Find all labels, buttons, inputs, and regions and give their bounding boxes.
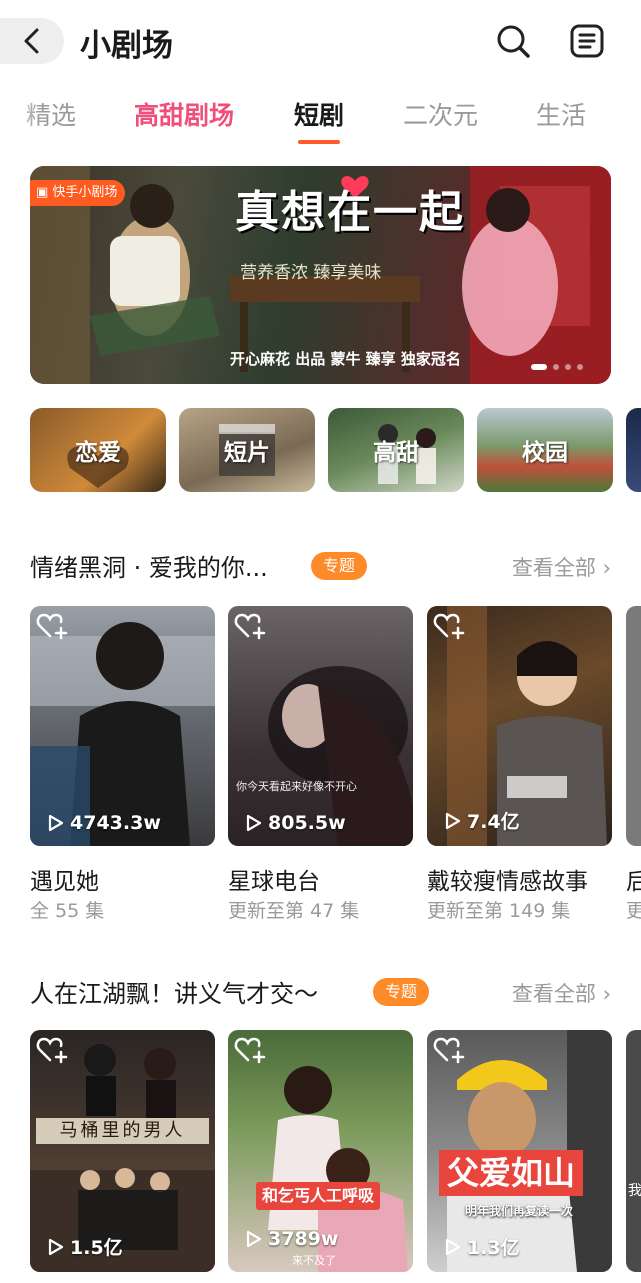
view-count-value: 4743.3w xyxy=(70,812,161,834)
drama-card[interactable]: 马桶里的男人 1.5亿 xyxy=(30,1030,215,1272)
genre-label: 短片 xyxy=(224,440,270,466)
favorite-add-icon[interactable] xyxy=(234,612,266,640)
tab-anime[interactable]: 二次元 xyxy=(403,96,478,132)
search-button[interactable] xyxy=(494,22,532,60)
search-icon xyxy=(497,25,530,58)
genre-label: 高甜 xyxy=(373,440,419,466)
favorite-add-icon[interactable] xyxy=(234,1036,266,1064)
title-overlay: 我 xyxy=(628,1183,641,1199)
view-count-value: 1.5亿 xyxy=(70,1237,123,1259)
carousel-dots xyxy=(531,364,583,370)
play-icon xyxy=(445,1238,461,1255)
genre-sweet[interactable]: 高甜 xyxy=(328,408,464,492)
video-caption: 你今天看起来好像不开心 xyxy=(236,780,357,793)
banner-subtitle: 营养香浓 臻享美味 xyxy=(240,263,382,283)
view-count: 1.5亿 xyxy=(48,1233,123,1260)
card-thumbnail xyxy=(268,666,413,846)
drama-card[interactable]: 和乞丐人工呼吸 3789w 来不及了 xyxy=(228,1030,413,1272)
tabs-fade xyxy=(0,92,40,142)
banner-title: 真想在一起 xyxy=(235,187,465,238)
drama-card[interactable]: 我 xyxy=(626,1030,641,1272)
genre-more[interactable] xyxy=(626,408,641,492)
tab-life[interactable]: 生活 xyxy=(536,96,586,132)
favorite-add-icon[interactable] xyxy=(36,1036,68,1064)
drama-title[interactable]: 遇见她 xyxy=(30,862,99,896)
play-icon xyxy=(445,812,461,829)
view-count: 7.4亿 xyxy=(445,807,520,834)
banner-sponsor: 开心麻花 出品 蒙牛 臻享 独家冠名 xyxy=(230,350,461,368)
promo-banner[interactable]: ▣ 快手小剧场 真想在一起 营养香浓 臻享美味 开心麻花 出品 蒙牛 臻享 独家… xyxy=(30,166,611,384)
drama-card[interactable] xyxy=(626,606,641,846)
favorite-add-icon[interactable] xyxy=(433,1036,465,1064)
drama-card[interactable]: 4743.3w xyxy=(30,606,215,846)
category-tabs: 精选 高甜剧场 短剧 二次元 生活 xyxy=(0,92,641,144)
view-count: 805.5w xyxy=(246,812,346,834)
tab-sweet-theater[interactable]: 高甜剧场 xyxy=(134,96,234,132)
episode-info: 更 xyxy=(626,900,641,922)
drama-card[interactable]: 7.4亿 xyxy=(427,606,612,846)
genre-shorts[interactable]: 短片 xyxy=(179,408,315,492)
top-bar: 小剧场 xyxy=(0,0,641,88)
carousel-dot[interactable] xyxy=(577,364,583,370)
menu-button[interactable] xyxy=(568,22,606,60)
drama-card[interactable]: 父爱如山 明年我们再复读一次 1.3亿 xyxy=(427,1030,612,1272)
title-overlay: 父爱如山 xyxy=(439,1150,584,1196)
video-caption: 明年我们再复读一次 xyxy=(465,1204,574,1218)
view-count-value: 805.5w xyxy=(268,812,346,834)
theater-icon: ▣ xyxy=(36,185,53,200)
video-caption: 来不及了 xyxy=(292,1254,336,1267)
view-count: 1.3亿 xyxy=(445,1233,520,1260)
genre-label: 校园 xyxy=(522,440,568,466)
see-all-link[interactable]: 查看全部 › xyxy=(512,978,611,1008)
back-button[interactable] xyxy=(0,18,64,64)
drama-card[interactable]: 你今天看起来好像不开心 805.5w xyxy=(228,606,413,846)
view-count-value: 1.3亿 xyxy=(467,1237,520,1259)
view-count-value: 7.4亿 xyxy=(467,811,520,833)
episode-info: 更新至第 149 集 xyxy=(427,900,571,922)
view-count: 3789w xyxy=(246,1228,338,1250)
play-icon xyxy=(246,814,262,832)
play-icon xyxy=(48,814,64,832)
carousel-dot[interactable] xyxy=(553,364,559,370)
chevron-left-icon xyxy=(24,28,39,54)
view-count-value: 3789w xyxy=(268,1228,339,1250)
see-all-link[interactable]: 查看全部 › xyxy=(512,552,611,582)
play-icon xyxy=(246,1230,262,1248)
title-overlay: 马桶里的男人 xyxy=(36,1118,209,1144)
kuaishou-theater-tag: ▣ 快手小剧场 xyxy=(30,180,126,206)
section-title: 人在江湖飘！讲义气才交～ xyxy=(30,980,318,1008)
carousel-dot[interactable] xyxy=(565,364,571,370)
episode-info: 全 55 集 xyxy=(30,900,105,922)
genre-romance[interactable]: 恋爱 xyxy=(30,408,166,492)
episode-info: 更新至第 47 集 xyxy=(228,900,360,922)
active-tab-indicator xyxy=(298,140,340,144)
topic-badge: 专题 xyxy=(311,552,368,580)
genre-label: 恋爱 xyxy=(75,440,121,466)
genre-shortcuts: 恋爱 短片 高甜 校园 xyxy=(30,408,641,494)
drama-title[interactable]: 后 xyxy=(626,862,641,896)
favorite-add-icon[interactable] xyxy=(433,612,465,640)
genre-campus[interactable]: 校园 xyxy=(477,408,613,492)
play-icon xyxy=(48,1238,64,1255)
card-thumbnail xyxy=(30,622,215,846)
title-overlay: 和乞丐人工呼吸 xyxy=(256,1182,381,1210)
view-count: 4743.3w xyxy=(48,812,161,834)
carousel-dot-active[interactable] xyxy=(531,364,547,370)
favorite-add-icon[interactable] xyxy=(36,612,68,640)
drama-title[interactable]: 戴较瘦情感故事 xyxy=(427,862,588,896)
tag-label: 快手小剧场 xyxy=(52,185,118,200)
page-title: 小剧场 xyxy=(80,28,173,64)
drama-title[interactable]: 星球电台 xyxy=(228,862,320,896)
tab-short-drama[interactable]: 短剧 xyxy=(294,96,344,132)
topic-badge: 专题 xyxy=(373,978,430,1006)
list-menu-icon xyxy=(570,24,604,58)
section-title: 情绪黑洞 · 爱我的你... xyxy=(30,554,268,582)
